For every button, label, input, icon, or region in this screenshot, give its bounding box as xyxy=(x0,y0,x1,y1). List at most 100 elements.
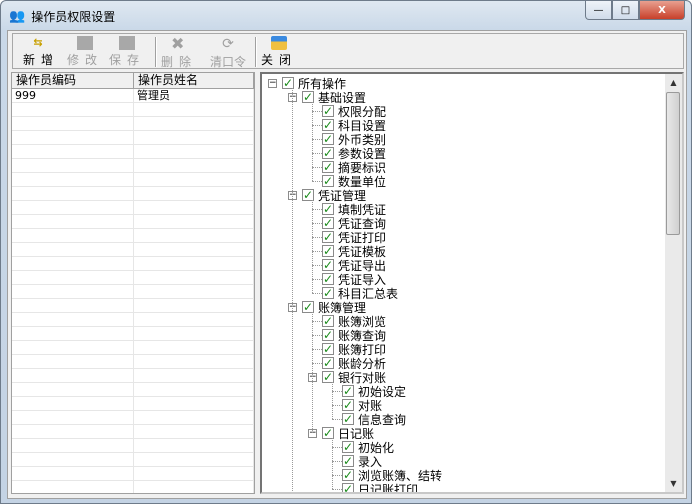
tree-connector xyxy=(312,153,322,154)
minimize-button[interactable]: — xyxy=(585,1,612,20)
tree-connector xyxy=(332,489,342,490)
scroll-up-arrow-icon[interactable]: ▲ xyxy=(665,74,682,91)
checkbox[interactable]: ✓ xyxy=(322,147,334,159)
empty-cell xyxy=(134,271,254,284)
tree-connector xyxy=(312,237,322,238)
tree-connector xyxy=(332,391,342,392)
empty-table-row xyxy=(12,369,254,383)
tree-connector xyxy=(312,349,322,350)
empty-cell xyxy=(12,103,134,116)
empty-cell xyxy=(12,271,134,284)
edit-button[interactable]: 修改 xyxy=(65,36,105,68)
vertical-scrollbar[interactable]: ▲ ▼ xyxy=(665,74,682,492)
empty-cell xyxy=(134,467,254,480)
empty-cell xyxy=(12,187,134,200)
close-button[interactable]: X xyxy=(639,1,685,20)
empty-cell xyxy=(12,117,134,130)
new-button[interactable]: ⇆ 新增 xyxy=(21,36,61,68)
empty-cell xyxy=(12,425,134,438)
checkbox[interactable]: ✓ xyxy=(322,315,334,327)
checkbox[interactable]: ✓ xyxy=(342,385,354,397)
checkbox[interactable]: ✓ xyxy=(322,175,334,187)
tree-connector xyxy=(332,475,342,476)
permission-tree: − ✓ 所有操作 − ✓ 基础设置 ✓ 权限分配 ✓ 科目设置 ✓ 外币类别 ✓ 参数设置 ✓ 摘要标识 ✓ 数量… xyxy=(260,72,684,494)
empty-table-row xyxy=(12,201,254,215)
checkbox[interactable]: ✓ xyxy=(342,441,354,453)
checkbox[interactable]: ✓ xyxy=(322,231,334,243)
clear-password-button[interactable]: ⟳ 清口令 xyxy=(203,36,253,69)
checkbox[interactable]: ✓ xyxy=(322,287,334,299)
cell-code: 999 xyxy=(12,89,134,102)
empty-table-row xyxy=(12,327,254,341)
column-header-code[interactable]: 操作员编码 xyxy=(12,73,134,88)
checkbox[interactable]: ✓ xyxy=(322,105,334,117)
empty-cell xyxy=(12,327,134,340)
empty-cell xyxy=(134,397,254,410)
empty-cell xyxy=(12,467,134,480)
empty-cell xyxy=(12,481,134,493)
empty-cell xyxy=(134,229,254,242)
save-button[interactable]: 保存 xyxy=(107,36,147,68)
checkbox[interactable]: ✓ xyxy=(322,119,334,131)
checkbox[interactable]: ✓ xyxy=(342,413,354,425)
tree-connector xyxy=(332,405,342,406)
checkbox[interactable]: ✓ xyxy=(322,245,334,257)
empty-cell xyxy=(12,369,134,382)
empty-table-row xyxy=(12,299,254,313)
empty-cell xyxy=(12,411,134,424)
empty-cell xyxy=(12,383,134,396)
empty-cell xyxy=(12,201,134,214)
scroll-thumb[interactable] xyxy=(666,92,680,235)
checkbox[interactable]: ✓ xyxy=(322,273,334,285)
empty-cell xyxy=(12,299,134,312)
tree-connector xyxy=(312,265,322,266)
column-header-name[interactable]: 操作员姓名 xyxy=(134,73,254,88)
table-row[interactable]: 999 管理员 xyxy=(12,89,254,103)
empty-cell xyxy=(12,215,134,228)
empty-table-row xyxy=(12,453,254,467)
empty-table-row xyxy=(12,313,254,327)
checkbox[interactable]: ✓ xyxy=(322,203,334,215)
empty-table-row xyxy=(12,411,254,425)
empty-table-row xyxy=(12,383,254,397)
checkbox[interactable]: ✓ xyxy=(322,217,334,229)
tree-connector xyxy=(312,167,322,168)
separator xyxy=(155,37,157,67)
tree-node[interactable]: ✓ 日记账打印 xyxy=(342,482,418,492)
checkbox[interactable]: ✓ xyxy=(342,399,354,411)
empty-table-row xyxy=(12,467,254,481)
empty-table-row xyxy=(12,341,254,355)
empty-table-row xyxy=(12,131,254,145)
tree-connector xyxy=(312,321,322,322)
checkbox[interactable]: ✓ xyxy=(322,343,334,355)
checkbox[interactable]: ✓ xyxy=(322,357,334,369)
empty-table-row xyxy=(12,215,254,229)
empty-table-row xyxy=(12,243,254,257)
checkbox[interactable]: ✓ xyxy=(322,259,334,271)
empty-cell xyxy=(12,159,134,172)
empty-table-row xyxy=(12,355,254,369)
scroll-down-arrow-icon[interactable]: ▼ xyxy=(665,475,682,492)
empty-cell xyxy=(134,341,254,354)
checkbox[interactable]: ✓ xyxy=(322,161,334,173)
checkbox[interactable]: ✓ xyxy=(342,483,354,492)
checkbox[interactable]: ✓ xyxy=(322,329,334,341)
empty-cell xyxy=(12,229,134,242)
checkbox[interactable]: ✓ xyxy=(342,469,354,481)
tree-connector xyxy=(332,447,342,448)
empty-cell xyxy=(134,481,254,493)
collapse-toggle-icon[interactable]: − xyxy=(268,78,277,88)
maximize-button[interactable]: □ xyxy=(612,1,639,20)
close-toolbar-button[interactable]: 关闭 xyxy=(259,36,299,68)
empty-cell xyxy=(134,187,254,200)
empty-cell xyxy=(134,369,254,382)
clear-password-icon: ⟳ xyxy=(222,36,234,52)
empty-cell xyxy=(134,159,254,172)
delete-button[interactable]: ✖ 删除 xyxy=(159,36,199,70)
checkbox[interactable]: ✓ xyxy=(322,133,334,145)
empty-cell xyxy=(134,173,254,186)
empty-cell xyxy=(12,131,134,144)
empty-cell xyxy=(134,313,254,326)
empty-cell xyxy=(12,439,134,452)
checkbox[interactable]: ✓ xyxy=(342,455,354,467)
